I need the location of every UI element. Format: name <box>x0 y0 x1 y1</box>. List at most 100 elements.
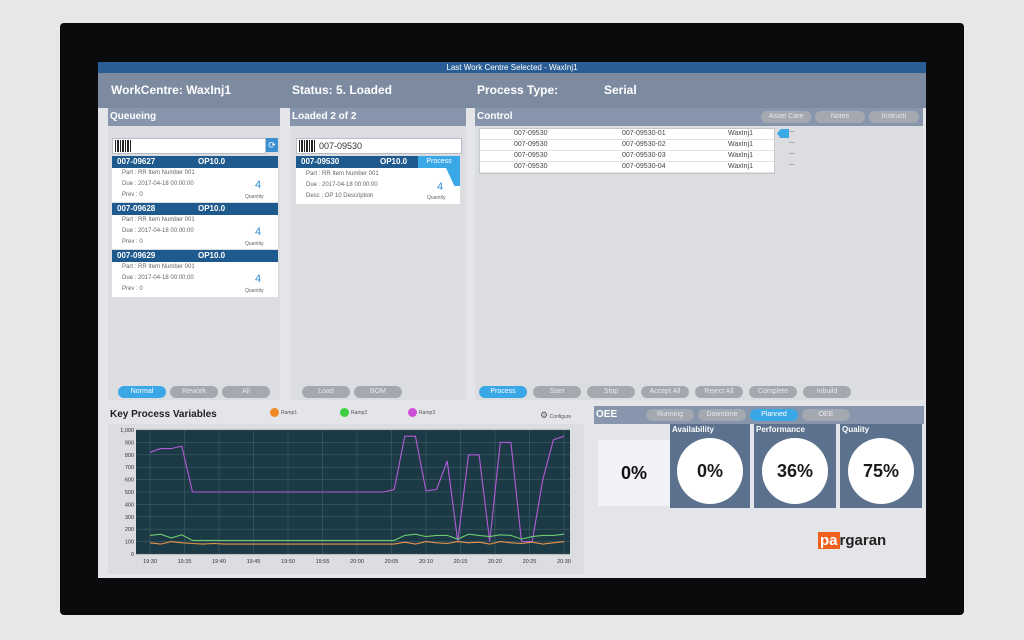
stop-button[interactable]: Stop <box>587 386 635 398</box>
legend-ramp1[interactable]: Ramp1 <box>270 408 297 417</box>
availability-value: 0% <box>677 438 743 504</box>
operation: OP10.0 <box>380 157 408 166</box>
y-tick-label: 900 <box>125 440 134 446</box>
table-row[interactable]: 007-09530 007-09530-04 WaxInj1 <box>480 162 774 173</box>
oee-tab[interactable]: OEE <box>802 409 850 421</box>
process-button[interactable]: Process <box>479 386 527 398</box>
oee-title: OEE <box>596 409 618 420</box>
quantity-value: 4 <box>254 273 262 285</box>
x-tick-label: 20:05 <box>385 559 399 565</box>
due-text: Due : 2017-04-18 00:00:00 <box>306 182 378 188</box>
notes-button[interactable]: Notes <box>815 111 865 123</box>
due-text: Due : 2017-04-18 00:00:00 <box>122 228 194 234</box>
quantity-label: Quantity <box>245 241 264 247</box>
quantity-label: Quantity <box>245 194 264 200</box>
part-text: Part : RR Item Number 001 <box>306 171 379 177</box>
performance-label: Performance <box>756 425 805 434</box>
complete-button[interactable]: Complete <box>749 386 797 398</box>
quality-box: Quality 75% <box>840 424 922 508</box>
refresh-icon[interactable]: ⟳ <box>266 138 278 152</box>
status-label: Status: 5. Loaded <box>292 83 393 97</box>
desc-text: Desc : OP 10 Description <box>306 193 374 199</box>
legend-ramp2[interactable]: Ramp2 <box>340 408 367 417</box>
configure-button[interactable]: ⚙ Configure <box>540 410 571 421</box>
quantity-value: 4 <box>254 179 262 191</box>
x-tick-label: 19:35 <box>178 559 192 565</box>
job-id: 007-09627 <box>117 157 156 166</box>
reject-all-button[interactable]: Reject All <box>695 386 743 398</box>
y-tick-label: 400 <box>125 502 134 508</box>
legend-swatch <box>408 408 417 417</box>
queue-card[interactable]: 007-09628 OP10.0 Part : RR Item Number 0… <box>112 203 278 249</box>
operation: OP10.0 <box>198 204 226 213</box>
accept-all-button[interactable]: Accept All <box>641 386 689 398</box>
performance-box: Performance 36% <box>754 424 836 508</box>
load-button[interactable]: Load <box>302 386 350 398</box>
control-panel: Control Asset Care Notes Instructi 007-0… <box>475 108 923 400</box>
downtime-tab[interactable]: Downtime <box>698 409 746 421</box>
queueing-panel: Queueing ⟳ 007-09627 OP10.0 Part : RR It… <box>108 108 280 400</box>
rework-button[interactable]: Rework <box>170 386 218 398</box>
planned-tab[interactable]: Planned <box>750 409 798 421</box>
start-button[interactable]: Start <box>533 386 581 398</box>
performance-value: 36% <box>762 438 828 504</box>
availability-label: Availability <box>672 425 714 434</box>
job-id: 007-09629 <box>117 251 156 260</box>
inbuild-button[interactable]: Inbuild <box>803 386 851 398</box>
process-type-label: Process Type: <box>477 83 559 97</box>
gear-icon: ⚙ <box>540 410 549 420</box>
x-tick-label: 20:25 <box>523 559 537 565</box>
job-id: 007-09628 <box>117 204 156 213</box>
quantity-label: Quantity <box>245 288 264 294</box>
x-tick-label: 20:20 <box>488 559 502 565</box>
loaded-card[interactable]: 007-09530 OP10.0 Process Part : RR Item … <box>296 156 460 204</box>
row-more[interactable]: ... <box>789 127 795 134</box>
quality-value: 75% <box>848 438 914 504</box>
kpv-panel: Key Process Variables Ramp1 Ramp2 Ramp3 … <box>108 406 584 574</box>
quantity-label: Quantity <box>427 195 446 201</box>
queue-scan-input[interactable] <box>112 138 266 154</box>
row-more[interactable]: ... <box>789 138 795 145</box>
prev-text: Prev : 0 <box>122 286 143 292</box>
operation: OP10.0 <box>198 157 226 166</box>
loaded-scan-input[interactable]: 007-09530 <box>296 138 462 154</box>
instructions-button[interactable]: Instructi <box>869 111 919 123</box>
quality-label: Quality <box>842 425 870 434</box>
bom-button[interactable]: BOM <box>354 386 402 398</box>
table-row[interactable]: 007-09530 007-09530-02 WaxInj1 <box>480 140 774 151</box>
running-tab[interactable]: Running <box>646 409 694 421</box>
prev-text: Prev : 0 <box>122 239 143 245</box>
loaded-title: Loaded 2 of 2 <box>290 108 466 126</box>
queue-card[interactable]: 007-09629 OP10.0 Part : RR Item Number 0… <box>112 250 278 297</box>
queue-card[interactable]: 007-09627 OP10.0 Part : RR Item Number 0… <box>112 156 278 202</box>
operation: OP10.0 <box>198 251 226 260</box>
x-tick-label: 19:45 <box>247 559 261 565</box>
x-tick-label: 19:40 <box>212 559 226 565</box>
serial-table: 007-09530 007-09530-01 WaxInj1 007-09530 00… <box>479 128 775 174</box>
all-button[interactable]: All <box>222 386 270 398</box>
legend-swatch <box>270 408 279 417</box>
y-tick-label: 800 <box>125 453 134 459</box>
x-tick-label: 19:55 <box>316 559 330 565</box>
process-tag: Process <box>418 156 460 168</box>
row-pointer-icon <box>777 129 789 138</box>
kpv-chart: 1,000 900 800 700 600 500 400 300 200 100 0 19:30 19… <box>120 428 571 565</box>
scan-value: 007-09530 <box>319 141 363 151</box>
part-text: Part : RR Item Number 001 <box>122 217 195 223</box>
x-tick-label: 20:15 <box>454 559 468 565</box>
table-row[interactable]: 007-09530 007-09530-03 WaxInj1 <box>480 151 774 162</box>
part-text: Part : RR Item Number 001 <box>122 170 195 176</box>
y-tick-label: 100 <box>125 540 134 546</box>
asset-care-button[interactable]: Asset Care <box>761 111 811 123</box>
queue-card-header: 007-09628 OP10.0 <box>112 203 278 215</box>
row-more[interactable]: ... <box>789 160 795 167</box>
y-tick-label: 1,000 <box>120 428 134 434</box>
table-row[interactable]: 007-09530 007-09530-01 WaxInj1 <box>480 129 774 140</box>
x-tick-label: 20:30 <box>557 559 571 565</box>
legend-ramp3[interactable]: Ramp3 <box>408 408 435 417</box>
row-more[interactable]: ... <box>789 149 795 156</box>
part-text: Part : RR Item Number 001 <box>122 264 195 270</box>
barcode-icon <box>299 140 315 152</box>
normal-button[interactable]: Normal <box>118 386 166 398</box>
oee-panel: OEE Running Downtime Planned OEE 0% Avai… <box>594 406 924 574</box>
